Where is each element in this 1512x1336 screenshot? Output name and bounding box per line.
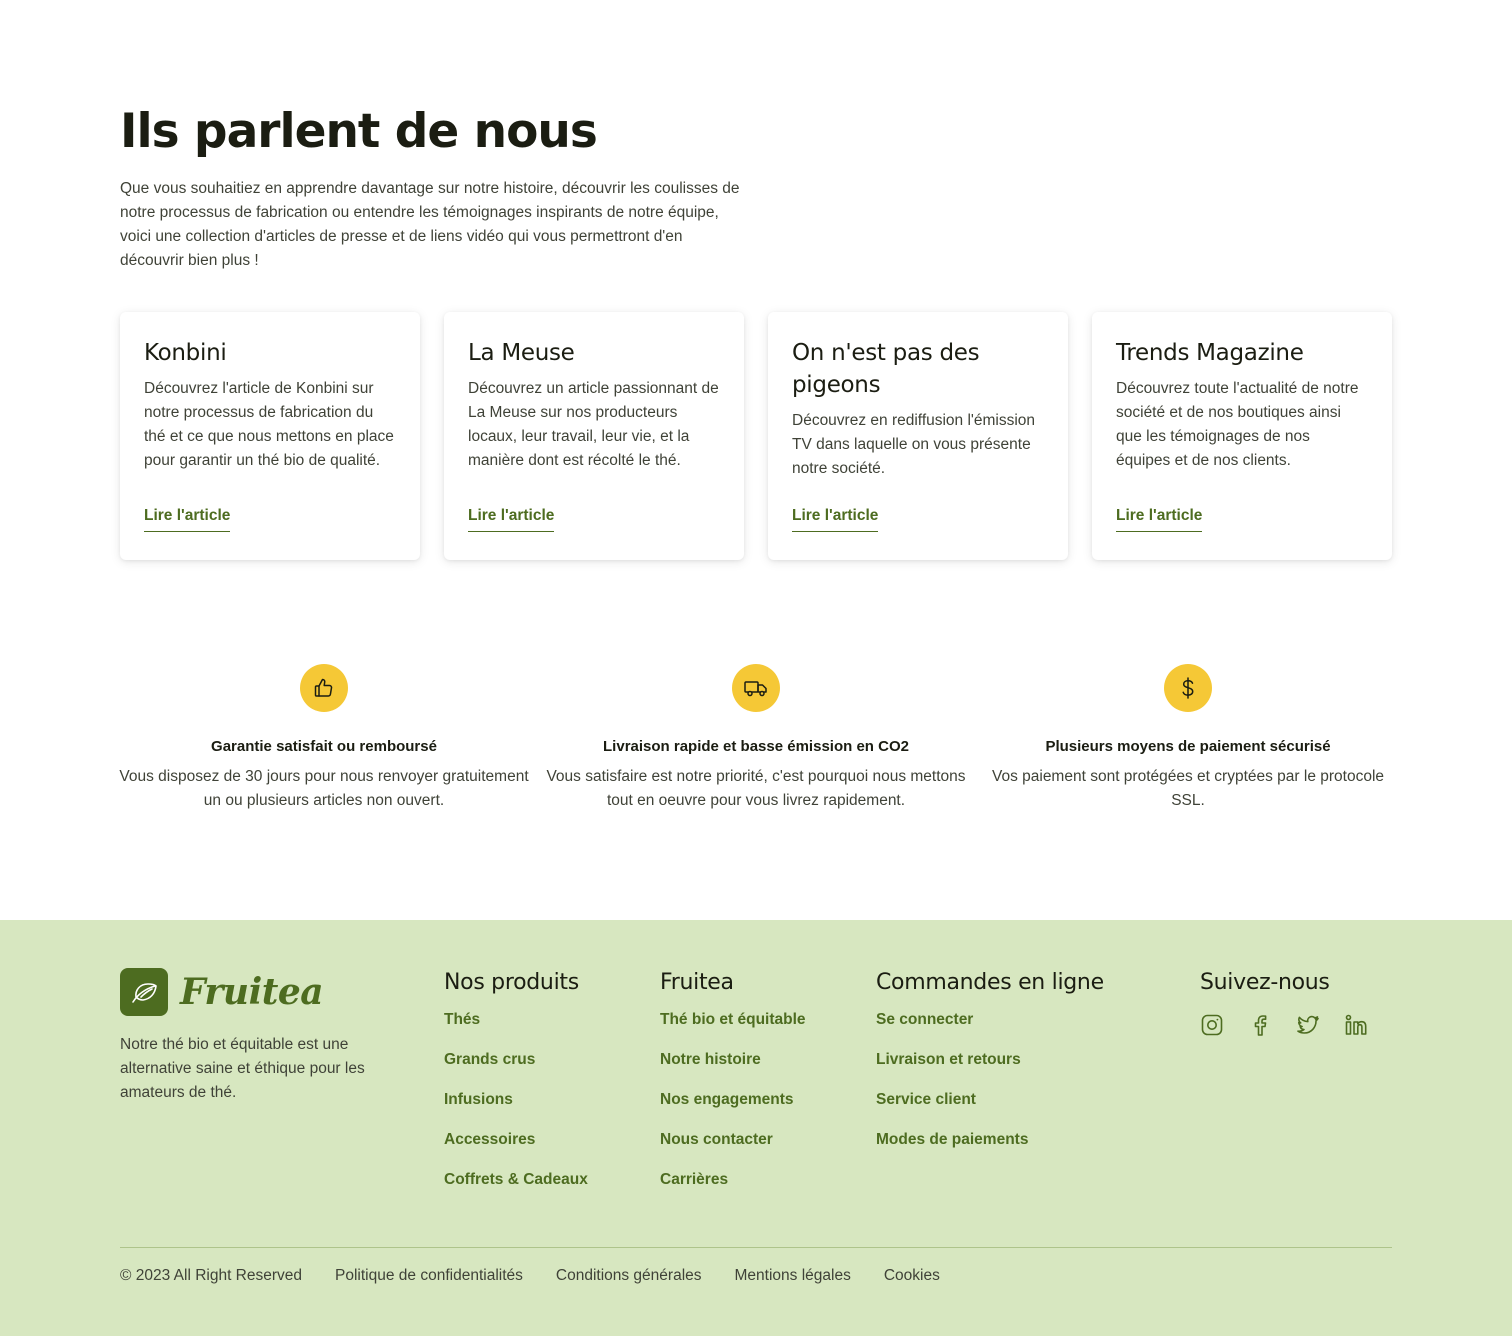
footer-link-infusions[interactable]: Infusions	[444, 1091, 513, 1108]
feature-guarantee: Garantie satisfait ou remboursé Vous dis…	[114, 664, 534, 813]
footer-about: Notre thé bio et équitable est une alter…	[120, 1036, 365, 1101]
footer-link-payments[interactable]: Modes de paiements	[876, 1131, 1028, 1148]
footer-link-service[interactable]: Service client	[876, 1091, 976, 1108]
press-card-title: La Meuse	[468, 340, 575, 366]
facebook-icon[interactable]	[1248, 1013, 1272, 1037]
footer-column-company: Fruitea Thé bio et équitable Notre histo…	[660, 970, 806, 1211]
footer-link-login[interactable]: Se connecter	[876, 1011, 973, 1028]
press-intro: Que vous souhaitiez en apprendre davanta…	[120, 180, 740, 269]
twitter-icon[interactable]	[1296, 1013, 1320, 1037]
press-card-la-meuse: La Meuse Découvrez un article passionnan…	[444, 312, 744, 560]
cookies-link[interactable]: Cookies	[884, 1267, 940, 1285]
truck-icon	[732, 664, 780, 712]
press-card-text: Découvrez en rediffusion l'émission TV d…	[792, 412, 1036, 477]
footer-column-social: Suivez-nous	[1200, 970, 1368, 1037]
press-card-pigeons: On n'est pas des pigeons Découvrez en re…	[768, 312, 1068, 560]
legal-notice-link[interactable]: Mentions légales	[735, 1267, 851, 1285]
footer-column-title: Commandes en ligne	[876, 970, 1104, 995]
footer-link-accessoires[interactable]: Accessoires	[444, 1131, 535, 1148]
press-card-title: Trends Magazine	[1116, 340, 1304, 366]
footer-column-title: Nos produits	[444, 970, 579, 995]
read-article-link[interactable]: Lire l'article	[144, 507, 231, 532]
site-footer: Fruitea Notre thé bio et équitable est u…	[0, 920, 1512, 1336]
brand-logo[interactable]: Fruitea	[120, 968, 324, 1016]
footer-link-coffrets[interactable]: Coffrets & Cadeaux	[444, 1171, 588, 1188]
feature-text: Vous satisfaire est notre priorité, c'es…	[546, 768, 966, 809]
press-card-trends-magazine: Trends Magazine Découvrez toute l'actual…	[1092, 312, 1392, 560]
footer-column-orders: Commandes en ligne Se connecter Livraiso…	[876, 970, 1104, 1171]
footer-link-the-bio[interactable]: Thé bio et équitable	[660, 1011, 806, 1028]
footer-link-delivery[interactable]: Livraison et retours	[876, 1051, 1021, 1068]
copyright: © 2023 All Right Reserved	[120, 1267, 303, 1284]
press-card-title: On n'est pas des pigeons	[792, 340, 980, 398]
footer-link-carrieres[interactable]: Carrières	[660, 1171, 728, 1188]
leaf-icon	[120, 968, 168, 1016]
footer-legal-bar: © 2023 All Right Reserved Politique de c…	[120, 1267, 973, 1285]
linkedin-icon[interactable]	[1344, 1013, 1368, 1037]
press-card-text: Découvrez l'article de Konbini sur notre…	[144, 380, 394, 469]
press-card-title: Konbini	[144, 340, 227, 366]
privacy-policy-link[interactable]: Politique de confidentialités	[335, 1267, 523, 1285]
feature-title: Livraison rapide et basse émission en CO…	[603, 738, 909, 755]
press-card-konbini: Konbini Découvrez l'article de Konbini s…	[120, 312, 420, 560]
footer-link-thes[interactable]: Thés	[444, 1011, 480, 1028]
dollar-icon	[1164, 664, 1212, 712]
press-title: Ils parlent de nous	[120, 104, 598, 159]
footer-column-title: Fruitea	[660, 970, 734, 995]
feature-title: Garantie satisfait ou remboursé	[211, 738, 437, 755]
read-article-link[interactable]: Lire l'article	[792, 507, 879, 532]
feature-text: Vos paiement sont protégées et cryptées …	[991, 768, 1385, 809]
footer-column-products: Nos produits Thés Grands crus Infusions …	[444, 970, 588, 1211]
read-article-link[interactable]: Lire l'article	[1116, 507, 1203, 532]
feature-text: Vous disposez de 30 jours pour nous renv…	[119, 768, 529, 809]
feature-payment: Plusieurs moyens de paiement sécurisé Vo…	[978, 664, 1398, 813]
read-article-link[interactable]: Lire l'article	[468, 507, 555, 532]
press-card-text: Découvrez un article passionnant de La M…	[468, 380, 719, 469]
footer-link-grands-crus[interactable]: Grands crus	[444, 1051, 535, 1068]
press-card-text: Découvrez toute l'actualité de notre soc…	[1116, 380, 1359, 469]
footer-link-contact[interactable]: Nous contacter	[660, 1131, 773, 1148]
terms-link[interactable]: Conditions générales	[556, 1267, 702, 1285]
footer-link-engagements[interactable]: Nos engagements	[660, 1091, 794, 1108]
footer-column-title: Suivez-nous	[1200, 970, 1330, 995]
footer-link-histoire[interactable]: Notre histoire	[660, 1051, 761, 1068]
instagram-icon[interactable]	[1200, 1013, 1224, 1037]
footer-divider	[120, 1247, 1392, 1248]
feature-delivery: Livraison rapide et basse émission en CO…	[546, 664, 966, 813]
feature-title: Plusieurs moyens de paiement sécurisé	[1045, 738, 1331, 755]
brand-name: Fruitea	[180, 971, 324, 1013]
thumbs-up-icon	[300, 664, 348, 712]
